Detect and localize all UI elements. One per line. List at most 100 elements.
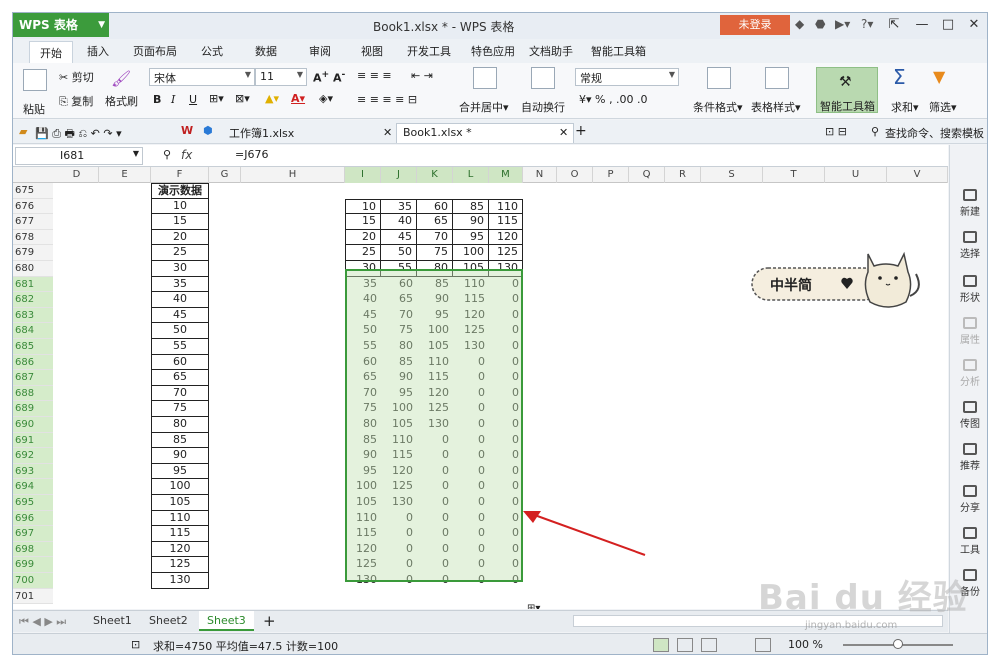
row-header[interactable]: 676: [13, 198, 53, 215]
currency-icon[interactable]: ¥▾ % ‚ .00 .0: [579, 93, 647, 106]
number-format-select[interactable]: 常规 ▼: [575, 68, 679, 86]
close-tab-icon[interactable]: ✕: [383, 126, 392, 139]
tab-10[interactable]: 智能工具箱: [591, 43, 646, 59]
tab-9[interactable]: 文档助手: [529, 43, 573, 59]
row-header[interactable]: 682: [13, 292, 53, 308]
cell-I[interactable]: 15: [345, 214, 381, 230]
paste-options-icon[interactable]: ⊞▾: [527, 603, 540, 609]
cell-L[interactable]: 95: [453, 229, 489, 246]
cell-F[interactable]: 130: [151, 573, 209, 589]
cell-F[interactable]: 35: [151, 276, 209, 293]
cell-K[interactable]: 65: [417, 214, 453, 230]
side-panel-1[interactable]: 选择: [950, 231, 987, 260]
row-header[interactable]: 678: [13, 229, 53, 246]
cell-L[interactable]: 85: [453, 198, 489, 215]
column-header-V[interactable]: V: [887, 167, 948, 183]
column-header-P[interactable]: P: [593, 167, 629, 183]
fx-icon[interactable]: fx: [181, 148, 192, 162]
cell-I[interactable]: 20: [345, 229, 381, 246]
tab-5[interactable]: 审阅: [309, 43, 331, 59]
row-header[interactable]: 688: [13, 385, 53, 402]
tab-8[interactable]: 特色应用: [471, 43, 515, 59]
side-panel-7[interactable]: 分享: [950, 485, 987, 514]
side-panel-8[interactable]: 工具: [950, 527, 987, 556]
row-header[interactable]: 699: [13, 557, 53, 573]
cell-F[interactable]: 60: [151, 354, 209, 371]
cell-F[interactable]: 90: [151, 448, 209, 464]
cell-F[interactable]: 110: [151, 510, 209, 527]
row-header[interactable]: 696: [13, 510, 53, 527]
underline-button[interactable]: U: [189, 93, 197, 106]
cell-J[interactable]: 50: [381, 245, 417, 261]
cell-F[interactable]: 115: [151, 526, 209, 542]
cell-F[interactable]: 20: [151, 229, 209, 246]
column-header-J[interactable]: J: [381, 167, 417, 183]
cell-F[interactable]: 30: [151, 261, 209, 277]
cell-M[interactable]: 120: [489, 229, 523, 246]
indent-icon[interactable]: ⇤ ⇥: [411, 69, 433, 82]
row-header[interactable]: 700: [13, 573, 53, 589]
tab-0[interactable]: 开始: [29, 41, 73, 63]
cell-F[interactable]: 80: [151, 417, 209, 433]
cell-J[interactable]: 40: [381, 214, 417, 230]
zoom-slider-handle[interactable]: [893, 639, 903, 649]
fill-icon[interactable]: ⊠▾: [235, 92, 250, 105]
paste-icon[interactable]: [23, 69, 47, 91]
zoom-level[interactable]: 100 %: [788, 638, 823, 651]
settings-icon[interactable]: ⬣: [815, 17, 825, 31]
format-painter-icon[interactable]: 🖌: [111, 69, 131, 88]
tab-6[interactable]: 视图: [361, 43, 383, 59]
cell-F[interactable]: 演示数据: [151, 183, 209, 199]
align-left-icon[interactable]: ≡ ≡ ≡ ≡ ⊟: [357, 93, 417, 106]
zoom-search-icon[interactable]: ⚲: [163, 148, 171, 161]
merge-center-button[interactable]: 合并居中▾: [459, 99, 509, 115]
new-tab-icon[interactable]: +: [575, 123, 587, 139]
cloud-icon[interactable]: ⬢: [203, 124, 213, 137]
cell-I[interactable]: 10: [345, 198, 381, 215]
cell-F[interactable]: 15: [151, 214, 209, 230]
bold-button[interactable]: B: [153, 93, 161, 106]
row-header[interactable]: 681: [13, 276, 53, 293]
column-header-D[interactable]: D: [55, 167, 99, 183]
cell-F[interactable]: 85: [151, 432, 209, 449]
cell-J[interactable]: 45: [381, 229, 417, 246]
open-folder-icon[interactable]: ▰: [19, 125, 27, 138]
row-header[interactable]: 691: [13, 432, 53, 449]
merge-center-icon[interactable]: [473, 67, 497, 89]
maximize-button[interactable]: □: [935, 15, 961, 35]
row-header[interactable]: 692: [13, 448, 53, 464]
feedback-icon[interactable]: ▶▾: [835, 17, 850, 31]
cut-button[interactable]: ✂ 剪切: [59, 69, 94, 85]
cell-F[interactable]: 95: [151, 463, 209, 480]
app-menu-button[interactable]: WPS 表格 ▼: [13, 13, 109, 37]
clear-format-icon[interactable]: ◈▾: [319, 92, 333, 105]
close-tab-icon[interactable]: ✕: [559, 126, 568, 139]
filter-button[interactable]: 筛选▾: [929, 99, 957, 115]
tab-2[interactable]: 页面布局: [133, 43, 177, 59]
table-style-button[interactable]: 表格样式▾: [751, 99, 801, 115]
side-panel-3[interactable]: 属性: [950, 317, 987, 346]
formula-input[interactable]: =J676: [235, 148, 268, 161]
font-size-select[interactable]: 11 ▼: [255, 68, 307, 86]
cell-M[interactable]: 115: [489, 214, 523, 230]
conditional-format-icon[interactable]: [707, 67, 731, 89]
sheet-tab-sheet3[interactable]: Sheet3: [199, 611, 254, 631]
column-header-F[interactable]: F: [151, 167, 209, 183]
filter-icon[interactable]: ▼: [933, 67, 945, 86]
tab-7[interactable]: 开发工具: [407, 43, 451, 59]
column-header-L[interactable]: L: [453, 167, 489, 183]
row-header[interactable]: 693: [13, 463, 53, 480]
column-header-K[interactable]: K: [417, 167, 453, 183]
column-header-U[interactable]: U: [825, 167, 887, 183]
view-icons[interactable]: ⊡ ⊟: [825, 125, 847, 138]
sheet-nav-icon[interactable]: ⏮ ◀ ▶ ⏭: [19, 615, 66, 629]
cell-F[interactable]: 75: [151, 401, 209, 417]
cell-F[interactable]: 55: [151, 339, 209, 355]
name-box[interactable]: I681 ▼: [15, 147, 143, 165]
cell-F[interactable]: 70: [151, 385, 209, 402]
cell-M[interactable]: 110: [489, 198, 523, 215]
column-header-N[interactable]: N: [523, 167, 557, 183]
format-painter-button[interactable]: 格式刷: [105, 93, 138, 109]
cell-F[interactable]: 40: [151, 292, 209, 308]
column-header-S[interactable]: S: [701, 167, 763, 183]
